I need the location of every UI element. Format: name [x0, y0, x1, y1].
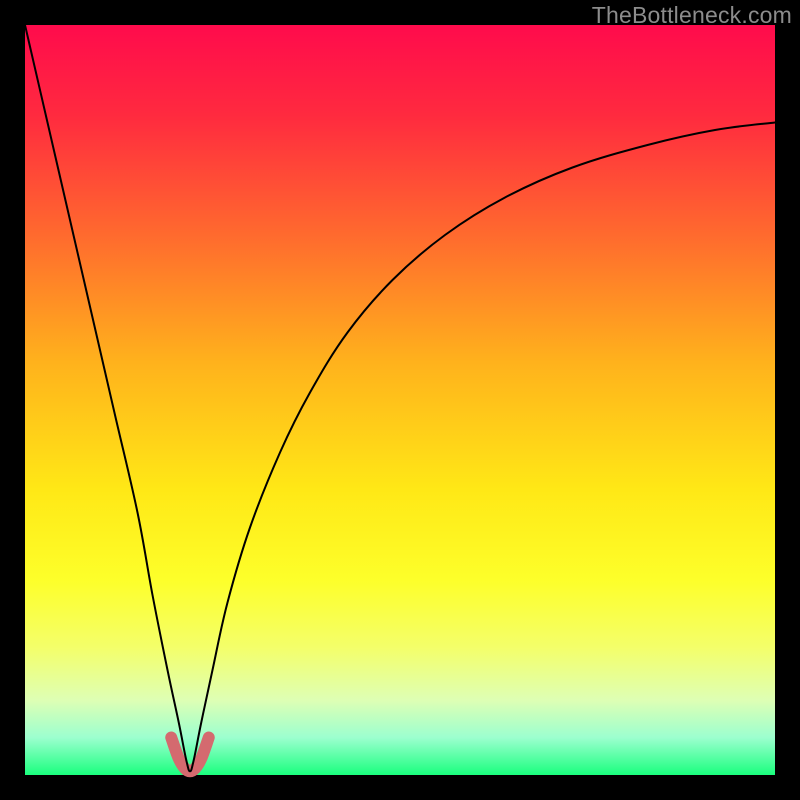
- bottleneck-chart: [0, 0, 800, 800]
- watermark-text: TheBottleneck.com: [592, 2, 792, 29]
- chart-stage: TheBottleneck.com: [0, 0, 800, 800]
- plot-background: [25, 25, 775, 775]
